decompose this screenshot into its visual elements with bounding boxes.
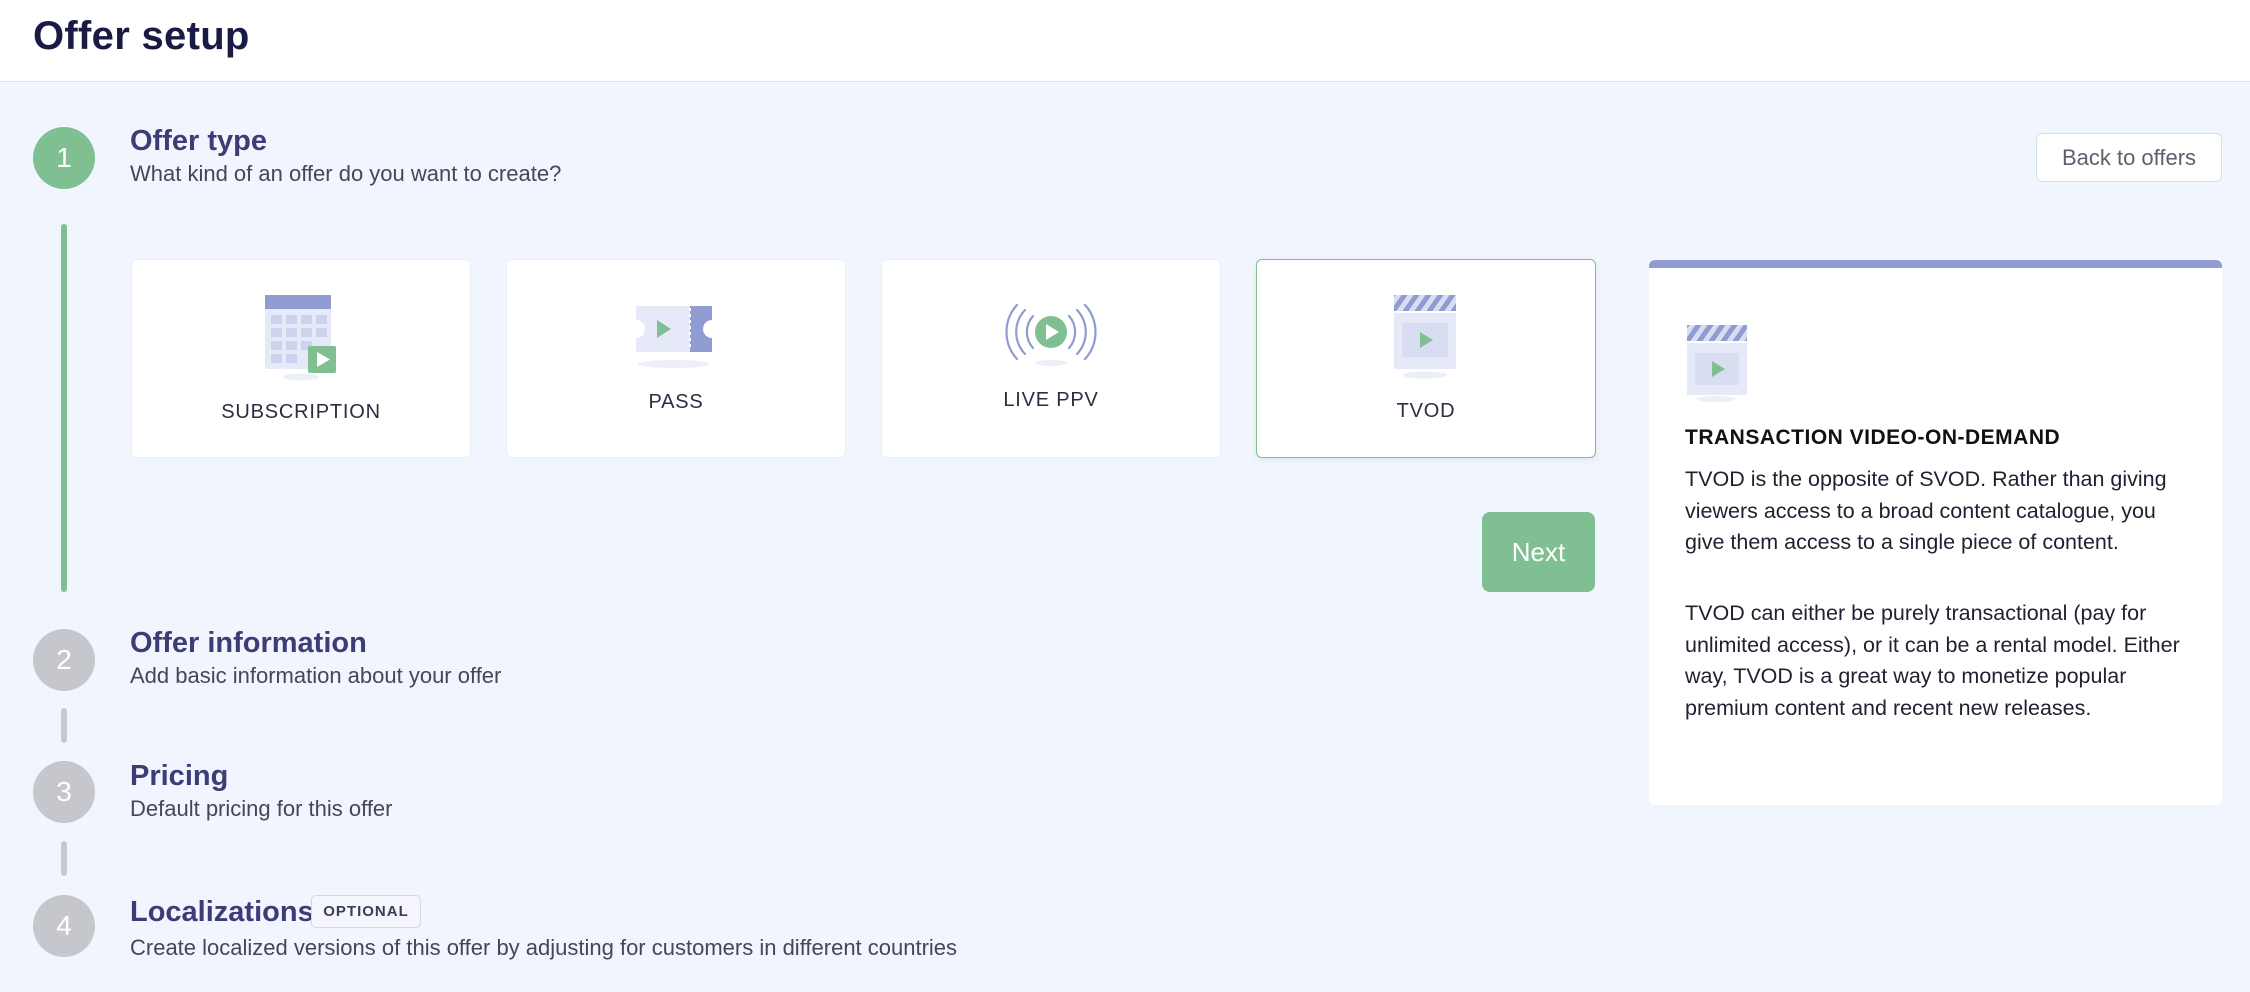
card-label: TVOD xyxy=(1396,400,1456,422)
step-1-title: Offer type xyxy=(130,125,267,157)
card-label: PASS xyxy=(648,391,704,413)
offer-type-card-tvod[interactable]: TVOD xyxy=(1256,259,1596,458)
offer-type-card-live-ppv[interactable]: LIVE PPV xyxy=(881,259,1221,458)
step-1-subtitle: What kind of an offer do you want to cre… xyxy=(130,161,562,186)
clapperboard-icon xyxy=(1391,293,1461,384)
step-4-indicator: 4 xyxy=(33,895,95,957)
back-to-offers-button[interactable]: Back to offers xyxy=(2036,133,2222,182)
offer-type-card-pass[interactable]: PASS xyxy=(506,259,846,458)
card-label: LIVE PPV xyxy=(1003,389,1099,411)
step-1-progress-line xyxy=(61,224,67,592)
step-1-indicator: 1 xyxy=(33,127,95,189)
broadcast-play-icon xyxy=(1003,303,1099,373)
optional-badge: OPTIONAL xyxy=(311,895,421,928)
step-connector xyxy=(61,708,67,743)
info-title: TRANSACTION VIDEO-ON-DEMAND xyxy=(1685,426,2061,449)
ticket-icon xyxy=(634,302,718,373)
offer-type-info-panel: TRANSACTION VIDEO-ON-DEMAND TVOD is the … xyxy=(1649,260,2222,805)
step-3-indicator: 3 xyxy=(33,761,95,823)
top-bar: Offer setup xyxy=(0,0,2250,82)
step-connector xyxy=(61,841,67,876)
step-4-title: Localizations xyxy=(130,896,314,928)
offer-type-card-subscription[interactable]: SUBSCRIPTION xyxy=(131,259,471,458)
step-3-subtitle: Default pricing for this offer xyxy=(130,796,393,821)
step-2-indicator: 2 xyxy=(33,629,95,691)
step-4-subtitle: Create localized versions of this offer … xyxy=(130,935,958,960)
page-title: Offer setup xyxy=(33,14,250,58)
next-button[interactable]: Next xyxy=(1482,512,1595,592)
step-3-title: Pricing xyxy=(130,760,229,792)
step-2-subtitle: Add basic information about your offer xyxy=(130,663,502,688)
info-paragraph-2: TVOD can either be purely transactional … xyxy=(1685,601,2180,720)
step-2-title: Offer information xyxy=(130,627,367,659)
card-label: SUBSCRIPTION xyxy=(221,401,381,423)
info-paragraph-1: TVOD is the opposite of SVOD. Rather tha… xyxy=(1685,467,2167,554)
calendar-play-icon xyxy=(261,293,341,386)
clapperboard-icon xyxy=(1685,323,1749,408)
